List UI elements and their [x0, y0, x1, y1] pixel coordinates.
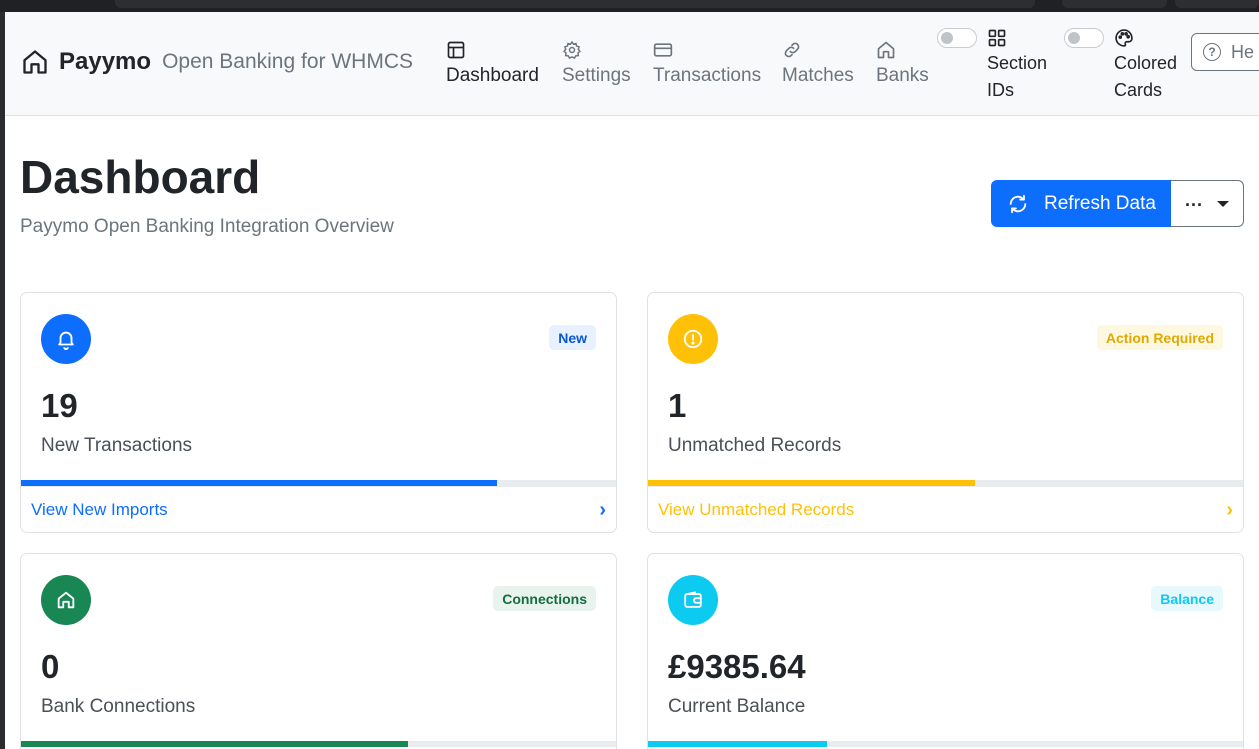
progress-bar: [21, 741, 616, 747]
nav-item-transactions[interactable]: Transactions: [653, 40, 761, 88]
nav-item-banks[interactable]: Banks: [876, 40, 929, 88]
stat-label: Unmatched Records: [668, 435, 842, 456]
section-ids-label-line2: IDs: [987, 80, 1014, 100]
browser-tab-segment: [1062, 0, 1167, 8]
colored-cards-toggle[interactable]: [1064, 28, 1104, 48]
chevron-right-icon: ›: [1226, 498, 1233, 521]
gear-icon: [563, 40, 581, 60]
stat-value: 19: [41, 387, 78, 424]
stat-card-new-transactions: New 19 New Transactions View New Imports…: [20, 292, 617, 533]
progress-fill: [21, 741, 408, 747]
more-dots: ...: [1185, 190, 1204, 210]
stat-label: New Transactions: [41, 435, 193, 456]
nav-item-dashboard[interactable]: Dashboard: [446, 40, 539, 88]
more-actions-dropdown[interactable]: ...: [1171, 180, 1244, 227]
credit-card-icon: [653, 43, 673, 57]
status-badge: Action Required: [1096, 325, 1223, 350]
chevron-right-icon: ›: [599, 498, 606, 521]
stat-card-current-balance: Balance £9385.64 Current Balance: [647, 553, 1244, 749]
brand-name: Payymo: [59, 48, 152, 75]
nav-item-matches[interactable]: Matches: [782, 40, 854, 88]
nav-item-label: Settings: [562, 65, 631, 86]
status-badge: Balance: [1151, 586, 1223, 611]
alert-circle-icon: [668, 314, 718, 364]
stat-value: 1: [668, 387, 687, 424]
link-icon: [784, 42, 800, 58]
stat-value: 0: [41, 648, 60, 685]
grid-icon: [988, 29, 1006, 47]
page-actions: Refresh Data ...: [991, 180, 1244, 227]
layout-icon: [447, 41, 465, 59]
window-left-edge: [0, 12, 5, 749]
bank-icon: [877, 41, 895, 59]
colored-cards-label-line2: Cards: [1114, 80, 1163, 100]
help-button[interactable]: ? He: [1191, 33, 1259, 71]
nav-item-settings[interactable]: Settings: [562, 40, 631, 88]
wallet-icon: [668, 575, 718, 625]
colored-cards-label-line1: Colored: [1114, 53, 1178, 73]
stat-card-bank-connections: Connections 0 Bank Connections: [20, 553, 617, 749]
view-new-imports-link[interactable]: View New Imports ›: [21, 486, 616, 532]
browser-tab-segment: [115, 0, 1035, 8]
section-ids-label-line1: Section: [987, 53, 1048, 73]
status-badge: New: [549, 325, 596, 350]
refresh-data-label: Refresh Data: [1044, 192, 1156, 214]
view-unmatched-records-link[interactable]: View Unmatched Records ›: [648, 486, 1243, 532]
progress-bar: [648, 741, 1243, 747]
nav-item-label: Matches: [782, 65, 854, 86]
caret-down-icon: [1217, 200, 1230, 207]
bell-icon: [41, 314, 91, 364]
section-ids-toggle[interactable]: [937, 28, 977, 48]
page-subtitle: Payymo Open Banking Integration Overview: [20, 216, 394, 237]
section-ids-option[interactable]: Section IDs: [987, 28, 1047, 104]
palette-icon: [1115, 29, 1133, 47]
question-circle-icon: ?: [1203, 43, 1221, 61]
top-navbar: Payymo Open Banking for WHMCS Dashboard …: [5, 12, 1259, 116]
browser-tab-segment: [1175, 0, 1259, 8]
stat-label: Current Balance: [668, 696, 806, 717]
bank-icon: [41, 575, 91, 625]
refresh-icon: [1009, 194, 1027, 213]
refresh-data-button[interactable]: Refresh Data: [991, 180, 1171, 227]
page-title: Dashboard: [20, 151, 261, 203]
card-link-label: View Unmatched Records: [658, 500, 855, 519]
brand-subtitle: Open Banking for WHMCS: [162, 50, 413, 73]
colored-cards-option[interactable]: Colored Cards: [1114, 28, 1177, 104]
help-button-label: He: [1231, 41, 1255, 62]
status-badge: Connections: [493, 586, 596, 611]
progress-fill: [648, 741, 827, 747]
brand[interactable]: Payymo Open Banking for WHMCS: [21, 48, 413, 76]
home-icon: [23, 50, 47, 74]
stat-value: £9385.64: [668, 648, 806, 685]
nav-item-label: Banks: [876, 65, 929, 86]
stat-card-unmatched-records: Action Required 1 Unmatched Records View…: [647, 292, 1244, 533]
stat-label: Bank Connections: [41, 696, 196, 717]
browser-top-strip: [0, 0, 1259, 12]
card-link-label: View New Imports: [31, 500, 168, 519]
nav-item-label: Transactions: [653, 65, 762, 86]
nav-item-label: Dashboard: [446, 65, 539, 86]
